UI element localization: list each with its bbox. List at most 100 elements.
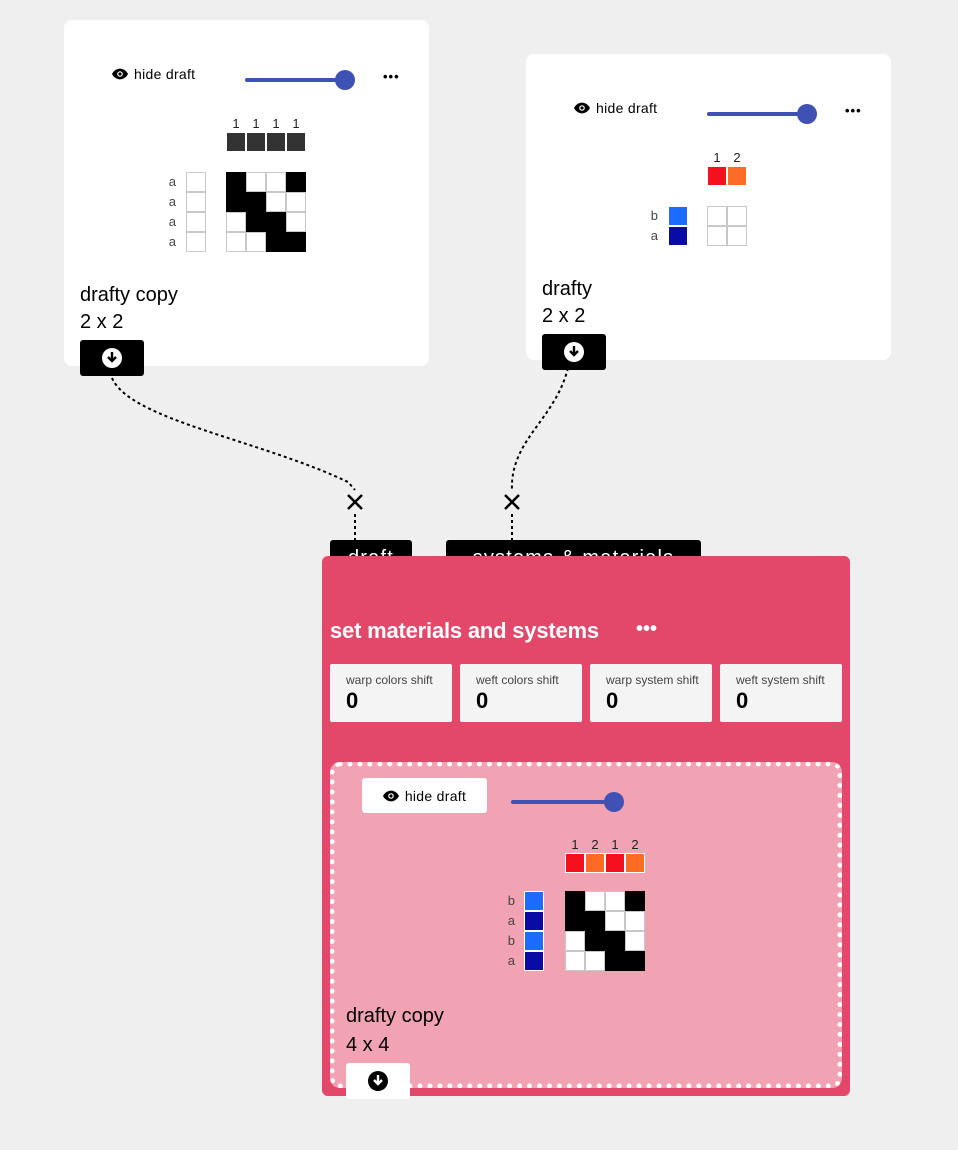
- param-weft-system-shift[interactable]: weft system shift 0: [720, 664, 842, 722]
- warp-number: 1: [571, 837, 579, 852]
- wire-draft: [111, 377, 356, 491]
- warp-color-swatch[interactable]: [226, 132, 246, 152]
- draft-cell[interactable]: [226, 232, 246, 252]
- more-options-button[interactable]: •••: [383, 69, 400, 84]
- draft-cell[interactable]: [286, 212, 306, 232]
- warp-number: 1: [232, 116, 240, 131]
- draft-cell[interactable]: [246, 232, 266, 252]
- draft-cell[interactable]: [565, 891, 585, 911]
- draft-cell[interactable]: [585, 891, 605, 911]
- draft-cell[interactable]: [226, 172, 246, 192]
- weft-label: a: [650, 228, 658, 243]
- operation-title: set materials and systems: [330, 618, 599, 643]
- download-icon: [564, 342, 584, 362]
- close-icon[interactable]: [504, 494, 520, 510]
- draft-cell[interactable]: [727, 206, 747, 226]
- draft-cell[interactable]: [585, 911, 605, 931]
- warp-number: 2: [733, 150, 741, 165]
- hide-draft-label: hide draft: [596, 100, 658, 116]
- draft-cell[interactable]: [625, 951, 645, 971]
- hide-draft-button[interactable]: hide draft: [362, 778, 487, 813]
- eye-icon: [574, 102, 590, 114]
- draft-cell[interactable]: [625, 931, 645, 951]
- weft-color-swatch[interactable]: [668, 226, 688, 246]
- draft-cell[interactable]: [727, 226, 747, 246]
- draft-cell[interactable]: [585, 951, 605, 971]
- draft-cell[interactable]: [565, 931, 585, 951]
- draft-cell[interactable]: [226, 192, 246, 212]
- operation-more-button[interactable]: •••: [636, 618, 657, 641]
- draft-cell[interactable]: [226, 212, 246, 232]
- weft-color-swatch[interactable]: [186, 232, 206, 252]
- hide-draft-button[interactable]: hide draft: [574, 100, 657, 116]
- download-button[interactable]: [346, 1063, 410, 1099]
- param-weft-colors-shift[interactable]: weft colors shift 0: [460, 664, 582, 722]
- draft-cell[interactable]: [625, 891, 645, 911]
- weft-label: b: [507, 893, 515, 908]
- weft-color-swatch[interactable]: [524, 891, 544, 911]
- warp-color-swatch[interactable]: [585, 853, 605, 873]
- warp-color-swatch[interactable]: [246, 132, 266, 152]
- draft-cell[interactable]: [266, 212, 286, 232]
- download-icon: [368, 1071, 388, 1091]
- download-button[interactable]: [80, 340, 144, 376]
- warp-color-swatch[interactable]: [266, 132, 286, 152]
- warp-color-swatch[interactable]: [727, 166, 747, 186]
- weft-color-swatch[interactable]: [668, 206, 688, 226]
- zoom-slider[interactable]: [245, 70, 355, 90]
- zoom-slider[interactable]: [511, 792, 624, 812]
- draft-cell[interactable]: [605, 891, 625, 911]
- param-warp-colors-shift[interactable]: warp colors shift 0: [330, 664, 452, 722]
- weft-color-swatch[interactable]: [524, 931, 544, 951]
- draft-cell[interactable]: [707, 226, 727, 246]
- draft-cell[interactable]: [266, 172, 286, 192]
- weft-label: a: [168, 234, 176, 249]
- draft-cell[interactable]: [605, 911, 625, 931]
- draft-cell[interactable]: [246, 192, 266, 212]
- draft-cell[interactable]: [286, 232, 306, 252]
- draft-size: 2 x 2: [80, 311, 124, 333]
- draft-cell[interactable]: [625, 911, 645, 931]
- warp-number: 1: [611, 837, 619, 852]
- download-icon: [102, 348, 122, 368]
- slider-thumb[interactable]: [335, 70, 355, 90]
- draft-cell[interactable]: [605, 951, 625, 971]
- weft-label: a: [507, 913, 515, 928]
- draft-cell[interactable]: [246, 172, 266, 192]
- param-warp-system-shift[interactable]: warp system shift 0: [590, 664, 712, 722]
- warp-color-swatch[interactable]: [605, 853, 625, 873]
- warp-color-swatch[interactable]: [565, 853, 585, 873]
- hide-draft-button[interactable]: hide draft: [112, 66, 195, 82]
- draft-cell[interactable]: [565, 951, 585, 971]
- weft-label: a: [168, 174, 176, 189]
- weft-color-swatch[interactable]: [186, 212, 206, 232]
- weft-color-swatch[interactable]: [524, 911, 544, 931]
- warp-color-swatch[interactable]: [707, 166, 727, 186]
- close-icon[interactable]: [347, 494, 363, 510]
- weft-color-swatch[interactable]: [186, 172, 206, 192]
- draft-cell[interactable]: [266, 192, 286, 212]
- warp-number: 1: [272, 116, 280, 131]
- slider-thumb[interactable]: [604, 792, 624, 812]
- wire-systems: [510, 367, 569, 491]
- draft-cell[interactable]: [246, 212, 266, 232]
- hide-draft-label: hide draft: [404, 787, 467, 804]
- eye-icon: [112, 68, 128, 80]
- weft-color-swatch[interactable]: [186, 192, 206, 212]
- draft-cell[interactable]: [605, 931, 625, 951]
- draft-cell[interactable]: [286, 192, 306, 212]
- draft-cell[interactable]: [585, 931, 605, 951]
- weft-label: a: [168, 214, 176, 229]
- more-options-button[interactable]: •••: [845, 103, 862, 118]
- warp-number: 2: [591, 837, 599, 852]
- warp-color-swatch[interactable]: [286, 132, 306, 152]
- slider-thumb[interactable]: [797, 104, 817, 124]
- download-button[interactable]: [542, 334, 606, 370]
- draft-cell[interactable]: [707, 206, 727, 226]
- warp-color-swatch[interactable]: [625, 853, 645, 873]
- draft-cell[interactable]: [565, 911, 585, 931]
- weft-color-swatch[interactable]: [524, 951, 544, 971]
- zoom-slider[interactable]: [707, 104, 817, 124]
- draft-cell[interactable]: [266, 232, 286, 252]
- draft-cell[interactable]: [286, 172, 306, 192]
